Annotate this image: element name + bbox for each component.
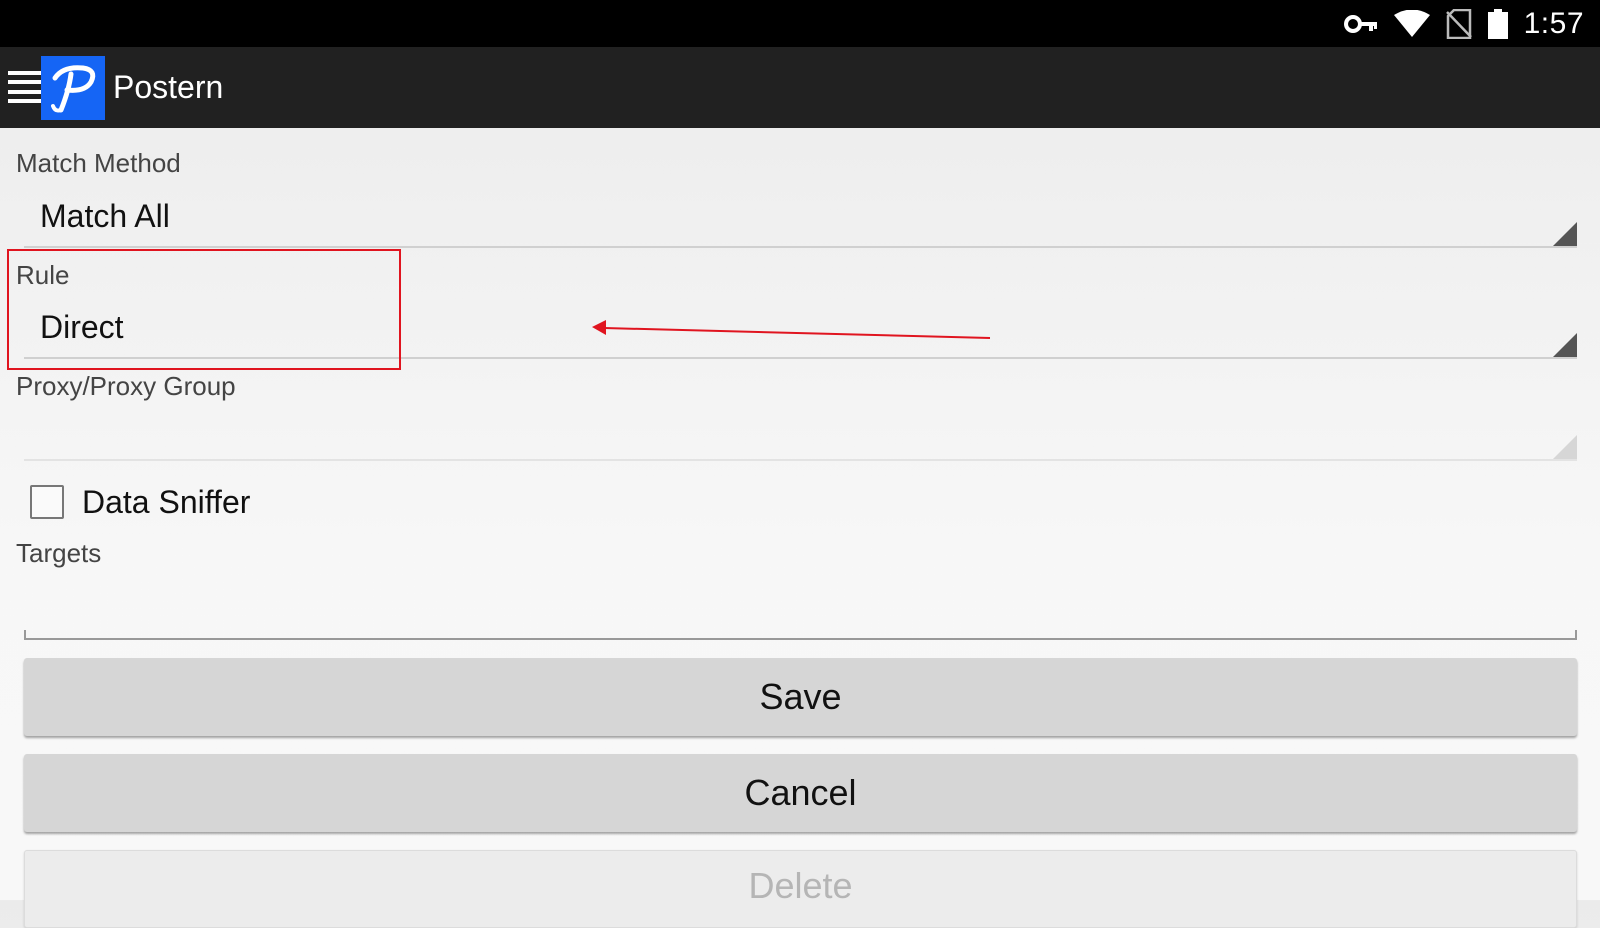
delete-button[interactable]: Delete xyxy=(24,850,1577,928)
match-method-label: Match Method xyxy=(16,148,181,178)
dropdown-arrow-icon xyxy=(1553,333,1577,357)
data-sniffer-row[interactable]: Data Sniffer xyxy=(30,482,250,522)
wifi-icon xyxy=(1393,9,1430,37)
battery-icon xyxy=(1487,8,1508,39)
status-icons: 1:57 xyxy=(1343,0,1584,47)
dropdown-arrow-icon xyxy=(1553,435,1577,459)
match-method-value: Match All xyxy=(40,198,170,234)
status-bar: 1:57 xyxy=(0,0,1600,47)
match-method-spinner[interactable]: Match All xyxy=(24,190,1577,248)
proxy-group-label: Proxy/Proxy Group xyxy=(16,371,236,401)
data-sniffer-checkbox[interactable] xyxy=(30,485,64,519)
hamburger-menu-icon[interactable] xyxy=(8,71,41,103)
status-time: 1:57 xyxy=(1523,6,1584,40)
data-sniffer-label: Data Sniffer xyxy=(82,483,251,520)
targets-label: Targets xyxy=(16,538,102,568)
cancel-button[interactable]: Cancel xyxy=(24,754,1577,832)
dropdown-arrow-icon xyxy=(1553,222,1577,246)
vpn-key-icon xyxy=(1343,14,1377,33)
targets-input[interactable] xyxy=(24,578,1577,640)
annotation-highlight-box xyxy=(7,249,401,370)
postern-logo-icon xyxy=(41,56,105,120)
no-sim-icon xyxy=(1445,8,1472,39)
proxy-group-spinner[interactable] xyxy=(24,403,1577,461)
app-title: Postern xyxy=(113,69,224,105)
app-bar: Postern xyxy=(0,47,1600,128)
save-button[interactable]: Save xyxy=(24,658,1577,736)
